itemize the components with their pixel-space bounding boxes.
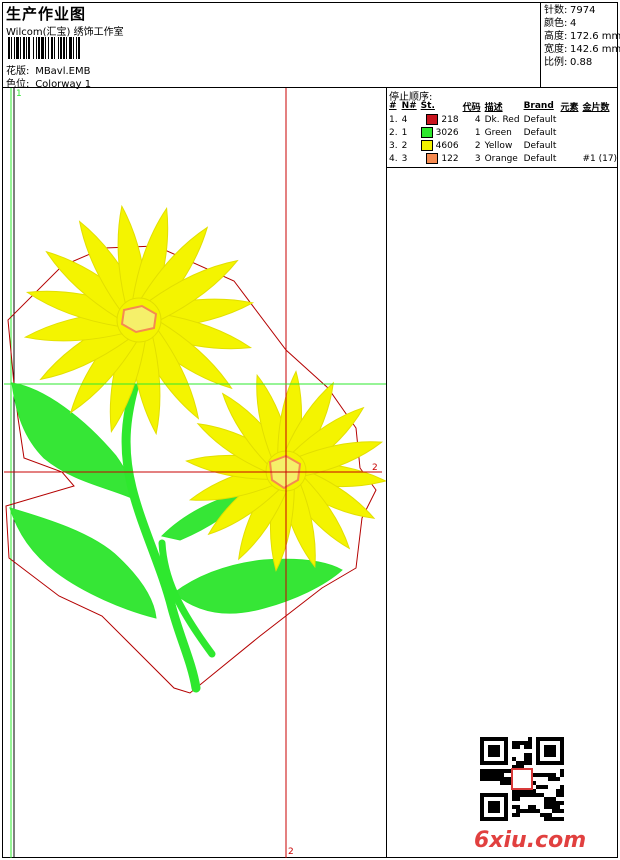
barcode <box>8 37 80 59</box>
row-stitches: 218 <box>419 113 461 126</box>
table-row: 3. 2 4606 2 Yellow Default <box>387 139 619 152</box>
row-brand: Default <box>523 127 557 138</box>
watermark-logo: 6xiu.com <box>474 828 587 853</box>
row-brand: Default <box>523 153 557 164</box>
stat-stitches: 针数: 7974 <box>544 5 596 16</box>
stat-scale: 比例: 0.88 <box>544 57 593 68</box>
row-code: 4 <box>474 114 481 125</box>
col-sequins: 金片数 <box>582 102 610 113</box>
qr-stamp <box>510 767 534 791</box>
row-brand: Default <box>523 114 557 125</box>
stat-width: 宽度: 142.6 mm <box>544 44 620 55</box>
color-swatch <box>420 127 433 138</box>
table-divider <box>386 167 618 168</box>
row-description: Orange <box>484 153 518 164</box>
table-row: 1. 4 218 4 Dk. Red Default <box>387 113 619 126</box>
stop-sequence-table: # N# St. 代码 描述 Brand 元素 金片数 1. 4 218 4 Dk. R… <box>387 99 619 165</box>
embroidery-design-canvas: 1 2 2 <box>4 88 386 858</box>
row-needle: 4 <box>401 114 408 125</box>
row-description: Yellow <box>484 140 513 151</box>
design-stats: 针数: 7974 颜色: 4 高度: 172.6 mm 宽度: 142.6 mm 比例:… <box>544 4 620 69</box>
row-code: 1 <box>474 127 481 138</box>
page-subtitle: Wilcom(汇宝) 绣饰工作室 <box>6 27 124 38</box>
row-needle: 1 <box>401 127 408 138</box>
table-row: 4. 3 122 3 Orange Default #1 (17) <box>387 152 619 165</box>
row-sequins <box>580 126 619 139</box>
col-index: # <box>389 101 397 111</box>
right-leaf <box>173 558 343 614</box>
col-brand: Brand <box>523 101 554 111</box>
row-stitches: 4606 <box>419 139 461 152</box>
row-sequins <box>580 139 619 152</box>
qr-code <box>480 737 564 821</box>
row-stitches: 3026 <box>419 126 461 139</box>
col-element: 元素 <box>560 102 579 113</box>
color-swatch <box>420 140 433 151</box>
col-needle: N# <box>401 101 417 111</box>
row-needle: 3 <box>401 153 408 164</box>
row-index: 3. <box>389 140 398 151</box>
row-description: Green <box>484 127 512 138</box>
stat-height: 高度: 172.6 mm <box>544 31 620 42</box>
canvas-divider <box>386 87 387 858</box>
table-row: 2. 1 3026 1 Green Default <box>387 126 619 139</box>
lower-left-leaf <box>9 507 157 619</box>
axis-label-right: 2 <box>372 463 378 473</box>
stat-colors: 颜色: 4 <box>544 18 577 29</box>
page-title: 生产作业图 <box>6 5 87 23</box>
table-header-row: # N# St. 代码 描述 Brand 元素 金片数 <box>387 99 619 113</box>
col-description: 描述 <box>484 102 503 113</box>
row-code: 2 <box>474 140 481 151</box>
color-swatch <box>426 114 439 125</box>
row-index: 1. <box>389 114 398 125</box>
row-stitches: 122 <box>419 152 461 165</box>
stats-divider <box>540 2 541 87</box>
color-swatch <box>426 153 439 164</box>
row-sequins <box>580 113 619 126</box>
axis-label-top: 1 <box>16 89 22 99</box>
col-code: 代码 <box>462 102 481 113</box>
row-element <box>558 126 580 139</box>
row-description: Dk. Red <box>484 114 520 125</box>
row-element <box>558 152 580 165</box>
row-index: 4. <box>389 153 398 164</box>
row-sequins: #1 (17) <box>582 153 618 164</box>
col-stitches: St. <box>420 101 435 111</box>
row-element <box>558 139 580 152</box>
row-needle: 2 <box>401 140 408 151</box>
row-brand: Default <box>523 140 557 151</box>
row-element <box>558 113 580 126</box>
axis-label-bottom: 2 <box>288 847 294 857</box>
row-index: 2. <box>389 127 398 138</box>
row-code: 3 <box>474 153 481 164</box>
